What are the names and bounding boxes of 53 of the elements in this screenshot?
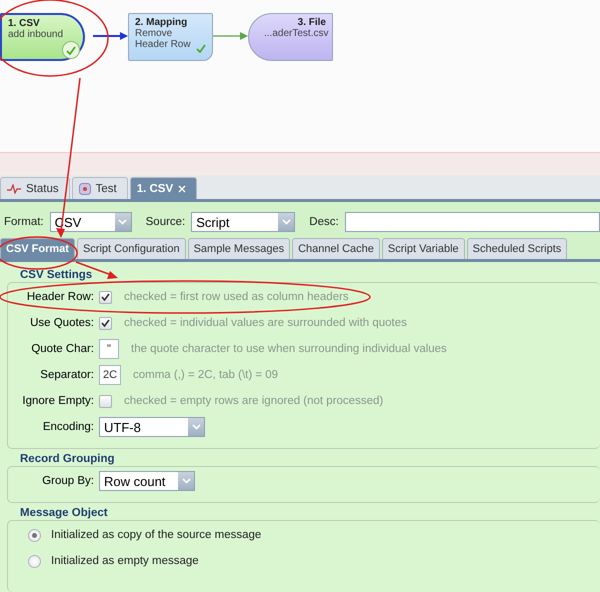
field-label: Separator: <box>39 369 95 381</box>
tab[interactable]: CSV Format <box>0 238 75 259</box>
field-label: Encoding: <box>42 421 95 433</box>
checkbox[interactable] <box>99 394 112 408</box>
radio-button[interactable] <box>28 554 41 568</box>
description-field[interactable] <box>344 212 600 232</box>
field-label: Format: <box>4 216 44 228</box>
field-label: Source: <box>146 216 186 228</box>
close-icon[interactable] <box>178 184 186 192</box>
tab[interactable]: Status <box>0 177 70 199</box>
hint-text: checked = individual values are surrounded with quotes <box>124 317 407 329</box>
checkbox[interactable] <box>99 316 112 330</box>
radio-label: Initialized as copy of the source message <box>51 529 262 541</box>
check-icon <box>62 41 80 59</box>
caret-icon <box>182 478 190 484</box>
caret-icon <box>192 424 200 430</box>
group-title: Record Grouping <box>18 453 117 466</box>
pulse-icon <box>7 184 21 194</box>
connector-arrow <box>213 31 248 41</box>
input-field[interactable]: 2C <box>99 365 121 385</box>
field-label: Header Row: <box>26 291 95 303</box>
input-field[interactable]: " <box>99 339 119 359</box>
field-label: Group By: <box>41 475 95 487</box>
hint-text: checked = empty rows are ignored (not processed) <box>124 395 384 407</box>
group-title: Message Object <box>18 507 110 520</box>
hint-text: checked = first row used as column headers <box>124 291 349 303</box>
field-label: Ignore Empty: <box>21 395 95 407</box>
hint-text: the quote character to use when surrounding individual values <box>131 343 447 355</box>
field-label: Use Quotes: <box>29 317 95 329</box>
flow-node[interactable]: 1. CSV add inbound <box>0 13 85 61</box>
encoding-dropdown[interactable]: UTF-8 <box>99 417 205 437</box>
group-title: CSV Settings <box>18 269 94 282</box>
tab[interactable]: Sample Messages <box>188 238 290 259</box>
flow-node[interactable]: 2. Mapping Remove Header Row <box>128 13 213 61</box>
tab[interactable]: Script Variable <box>382 238 465 259</box>
radio-button[interactable] <box>28 528 41 542</box>
tab[interactable]: 1. CSV <box>130 177 198 199</box>
caret-icon <box>282 219 291 225</box>
caret-icon <box>118 219 128 225</box>
tab[interactable]: Scheduled Scripts <box>466 238 568 259</box>
test-icon <box>78 182 91 194</box>
field-label: Quote Char: <box>30 343 95 355</box>
source-dropdown[interactable]: Script <box>191 212 296 232</box>
tab[interactable]: Test <box>72 177 128 199</box>
flow-node[interactable]: 3. File ...aderTest.csv <box>248 13 333 61</box>
connector-arrow <box>93 31 128 41</box>
hint-text: comma (,) = 2C, tab (\t) = 09 <box>133 369 278 381</box>
radio-label: Initialized as empty message <box>51 555 199 567</box>
tab[interactable]: Script Configuration <box>76 238 186 259</box>
checkbox[interactable] <box>99 290 112 304</box>
tab[interactable]: Channel Cache <box>292 238 380 259</box>
group-by-dropdown[interactable]: Row count <box>99 471 195 491</box>
field-label: Desc: <box>309 216 339 228</box>
